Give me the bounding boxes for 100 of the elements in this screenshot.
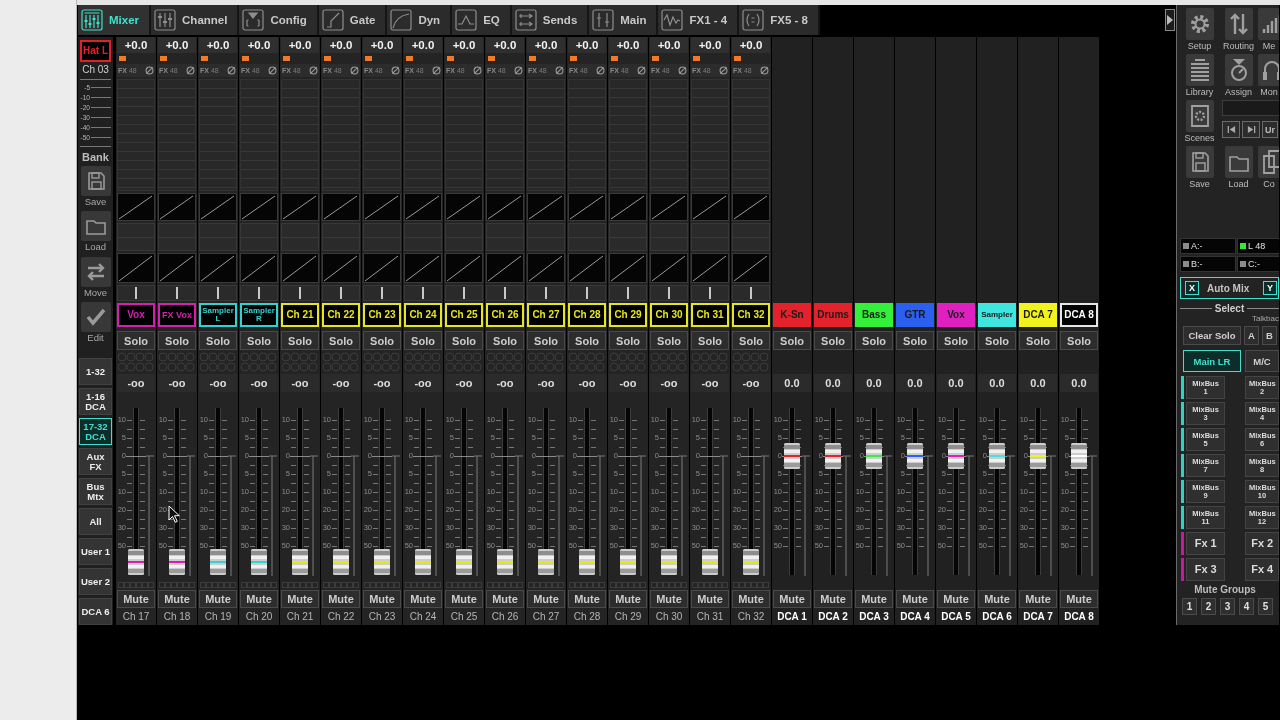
mute-button[interactable]: Mute: [117, 590, 155, 608]
fader-value[interactable]: -oo: [732, 374, 770, 392]
solo-button[interactable]: Solo: [609, 331, 647, 350]
compressor-graph[interactable]: [363, 253, 401, 283]
solo-button[interactable]: Solo: [568, 331, 606, 350]
fader-value[interactable]: -oo: [609, 374, 647, 392]
fader-value[interactable]: 0.0: [814, 374, 852, 392]
tool-button[interactable]: Me: [1258, 8, 1279, 54]
compressor-graph[interactable]: [240, 253, 278, 283]
fader-value[interactable]: 0.0: [978, 374, 1016, 392]
mute-button[interactable]: Mute: [978, 590, 1016, 608]
bank-button[interactable]: Edit: [79, 302, 112, 346]
gain-readout[interactable]: +0.0: [527, 37, 565, 53]
gain-readout[interactable]: +0.0: [240, 37, 278, 53]
tab[interactable]: FX5 - 8: [739, 5, 820, 35]
talkback-button[interactable]: A: [1244, 326, 1259, 345]
tool-button[interactable]: Load: [1219, 146, 1258, 192]
gate-graph[interactable]: [486, 193, 524, 221]
fader-thumb[interactable]: [579, 549, 595, 575]
tab[interactable]: Mixer: [78, 5, 152, 35]
compressor-graph[interactable]: [404, 253, 442, 283]
mute-group-button[interactable]: 3: [1220, 598, 1235, 615]
mute-button[interactable]: Mute: [937, 590, 975, 608]
pan-track[interactable]: [158, 285, 196, 301]
gain-readout[interactable]: +0.0: [568, 37, 606, 53]
gain-readout[interactable]: +0.0: [691, 37, 729, 53]
channel-name[interactable]: Ch 22: [322, 303, 360, 327]
mute-button[interactable]: Mute: [855, 590, 893, 608]
solo-button[interactable]: Solo: [855, 331, 893, 350]
pan-track[interactable]: [691, 285, 729, 301]
gate-graph[interactable]: [691, 193, 729, 221]
fader-thumb[interactable]: [415, 549, 431, 575]
gain-readout[interactable]: +0.0: [199, 37, 237, 53]
send-button[interactable]: Fx 2: [1245, 532, 1279, 555]
layer-button[interactable]: DCA 6: [79, 598, 112, 625]
pan-track[interactable]: [404, 285, 442, 301]
mute-button[interactable]: Mute: [404, 590, 442, 608]
fader-thumb[interactable]: [866, 443, 882, 470]
solo-button[interactable]: Solo: [199, 331, 237, 350]
pan-track[interactable]: [363, 285, 401, 301]
channel-name[interactable]: Ch 24: [404, 303, 442, 327]
compressor-graph[interactable]: [117, 253, 155, 283]
solo-button[interactable]: Solo: [486, 331, 524, 350]
solo-button[interactable]: Solo: [814, 331, 852, 350]
mute-button[interactable]: Mute: [199, 590, 237, 608]
fader-thumb[interactable]: [292, 549, 308, 575]
dca-name[interactable]: DCA 8: [1060, 303, 1098, 327]
solo-button[interactable]: Solo: [773, 331, 811, 350]
fader-thumb[interactable]: [702, 549, 718, 575]
fader-value[interactable]: -oo: [404, 374, 442, 392]
solo-button[interactable]: Solo: [650, 331, 688, 350]
mute-button[interactable]: Mute: [445, 590, 483, 608]
layer-button[interactable]: Bus Mtx: [79, 478, 112, 505]
compressor-graph[interactable]: [650, 253, 688, 283]
gate-graph[interactable]: [240, 193, 278, 221]
fader-thumb[interactable]: [210, 549, 226, 575]
pan-track[interactable]: [199, 285, 237, 301]
layer-button[interactable]: 1-32: [79, 358, 112, 385]
solo-button[interactable]: Solo: [1060, 331, 1098, 350]
mute-button[interactable]: Mute: [691, 590, 729, 608]
mute-button[interactable]: Mute: [1060, 590, 1098, 608]
solo-button[interactable]: Solo: [363, 331, 401, 350]
gain-readout[interactable]: +0.0: [322, 37, 360, 53]
pan-track[interactable]: [281, 285, 319, 301]
gain-readout[interactable]: +0.0: [609, 37, 647, 53]
fader-thumb[interactable]: [538, 549, 554, 575]
tab[interactable]: Channel: [151, 5, 240, 35]
fader-value[interactable]: 0.0: [1019, 374, 1057, 392]
dca-name[interactable]: Drums: [814, 303, 852, 327]
mute-button[interactable]: Mute: [814, 590, 852, 608]
fader-thumb[interactable]: [374, 549, 390, 575]
mute-button[interactable]: Mute: [158, 590, 196, 608]
mute-button[interactable]: Mute: [896, 590, 934, 608]
bank-button[interactable]: Load: [79, 211, 112, 255]
fader-thumb[interactable]: [497, 549, 513, 575]
compressor-graph[interactable]: [445, 253, 483, 283]
fader-thumb[interactable]: [456, 549, 472, 575]
mute-button[interactable]: Mute: [281, 590, 319, 608]
layer-button[interactable]: All: [79, 508, 112, 535]
compressor-graph[interactable]: [199, 253, 237, 283]
solo-button[interactable]: Solo: [978, 331, 1016, 350]
pan-track[interactable]: [445, 285, 483, 301]
pan-track[interactable]: [568, 285, 606, 301]
solo-button[interactable]: Solo: [937, 331, 975, 350]
mute-button[interactable]: Mute: [650, 590, 688, 608]
toolbar-button[interactable]: Ur: [1262, 121, 1278, 138]
fader-value[interactable]: -oo: [527, 374, 565, 392]
fader-value[interactable]: -oo: [568, 374, 606, 392]
dca-name[interactable]: K-Sn: [773, 303, 811, 327]
fader-thumb[interactable]: [1030, 443, 1046, 470]
mute-button[interactable]: Mute: [568, 590, 606, 608]
solo-button[interactable]: Solo: [445, 331, 483, 350]
pan-track[interactable]: [322, 285, 360, 301]
compressor-graph[interactable]: [486, 253, 524, 283]
fader-thumb[interactable]: [743, 549, 759, 575]
mute-button[interactable]: Mute: [240, 590, 278, 608]
gate-graph[interactable]: [527, 193, 565, 221]
gain-readout[interactable]: +0.0: [281, 37, 319, 53]
tab[interactable]: Dyn: [387, 5, 453, 35]
gate-graph[interactable]: [445, 193, 483, 221]
